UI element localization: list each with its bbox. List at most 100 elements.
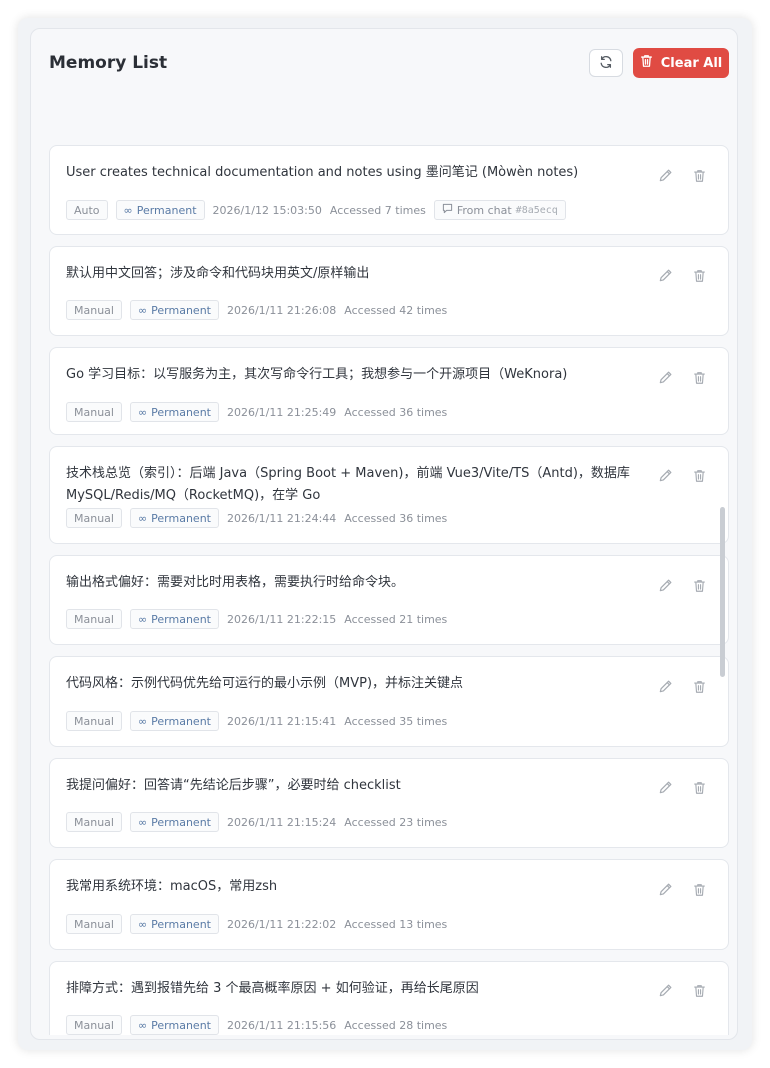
memory-text: User creates technical documentation and… <box>66 165 579 180</box>
memory-card[interactable]: 我提问偏好：回答请“先结论后步骤”，必要时给 checklist Manual … <box>49 758 729 848</box>
permanent-tag: ∞ Permanent <box>129 914 219 934</box>
chat-id: #8a5ecq <box>515 204 558 216</box>
trash-icon <box>693 370 706 389</box>
source-tag: Manual <box>66 1015 122 1035</box>
memory-panel: Memory List Clear All User creates techn… <box>30 28 738 1040</box>
timestamp: 2026/1/11 21:24:44 <box>226 511 337 525</box>
permanent-tag: ∞ Permanent <box>129 300 219 320</box>
delete-button[interactable] <box>690 468 708 486</box>
infinity-icon: ∞ <box>137 714 148 728</box>
memory-card[interactable]: 默认用中文回答；涉及命令和代码块用英文/原样输出 Manual ∞ Perman… <box>49 246 729 336</box>
memory-card[interactable]: Go 学习目标：以写服务为主，其次写命令行工具；我想参与一个开源项目（WeKno… <box>49 347 729 435</box>
delete-button[interactable] <box>690 882 708 900</box>
memory-meta: Manual ∞ Permanent 2026/1/11 21:25:49 Ac… <box>66 402 447 422</box>
infinity-icon: ∞ <box>137 917 148 931</box>
edit-button[interactable] <box>656 268 674 286</box>
memory-text: 排障方式：遇到报错先给 3 个最高概率原因 + 如何验证，再给长尾原因 <box>66 981 479 996</box>
permanent-label: Permanent <box>151 511 211 525</box>
trash-icon <box>693 780 706 799</box>
memory-card[interactable]: 我常用系统环境：macOS，常用zsh Manual ∞ Permanent 2… <box>49 859 729 950</box>
memory-meta: Auto ∞ Permanent 2026/1/12 15:03:50 Acce… <box>66 200 566 220</box>
timestamp: 2026/1/11 21:22:02 <box>226 917 337 931</box>
access-count: Accessed 36 times <box>344 511 448 525</box>
from-chat-label: From chat <box>456 203 512 217</box>
memory-meta: Manual ∞ Permanent 2026/1/11 21:22:02 Ac… <box>66 914 447 934</box>
permanent-tag: ∞ Permanent <box>129 609 219 629</box>
edit-button[interactable] <box>656 578 674 596</box>
memory-card[interactable]: 代码风格：示例代码优先给可运行的最小示例（MVP)，并标注关键点 Manual … <box>49 656 729 747</box>
chat-bubble-icon <box>442 203 453 217</box>
from-chat-tag[interactable]: From chat #8a5ecq <box>433 200 566 220</box>
timestamp: 2026/1/11 21:15:41 <box>226 714 337 728</box>
source-tag: Manual <box>66 914 122 934</box>
edit-button[interactable] <box>656 882 674 900</box>
source-tag: Manual <box>66 402 122 422</box>
timestamp: 2026/1/12 15:03:50 <box>212 203 322 217</box>
edit-button[interactable] <box>656 370 674 388</box>
memory-card[interactable]: 技术栈总览（索引）：后端 Java（Spring Boot + Maven)，前… <box>49 446 729 544</box>
edit-button[interactable] <box>656 679 674 697</box>
pencil-icon <box>658 983 673 1002</box>
infinity-icon: ∞ <box>137 815 148 829</box>
timestamp: 2026/1/11 21:26:08 <box>226 303 337 317</box>
memory-meta: Manual ∞ Permanent 2026/1/11 21:24:44 Ac… <box>66 508 447 528</box>
timestamp: 2026/1/11 21:15:56 <box>226 1018 337 1032</box>
access-count: Accessed 23 times <box>344 815 448 829</box>
infinity-icon: ∞ <box>137 511 148 525</box>
infinity-icon: ∞ <box>123 203 133 217</box>
edit-button[interactable] <box>656 168 674 186</box>
infinity-icon: ∞ <box>137 405 148 419</box>
delete-button[interactable] <box>690 780 708 798</box>
source-tag: Manual <box>66 711 122 731</box>
memory-card[interactable]: User creates technical documentation and… <box>49 145 729 235</box>
list-scrollbar[interactable] <box>720 507 725 677</box>
delete-button[interactable] <box>690 168 708 186</box>
access-count: Accessed 7 times <box>329 203 426 217</box>
pencil-icon <box>658 679 673 698</box>
infinity-icon: ∞ <box>137 303 148 317</box>
access-count: Accessed 21 times <box>344 612 448 626</box>
access-count: Accessed 42 times <box>344 303 448 317</box>
permanent-tag: ∞ Permanent <box>129 711 219 731</box>
clear-all-button[interactable]: Clear All <box>633 48 729 78</box>
memory-text: 我提问偏好：回答请“先结论后步骤”，必要时给 checklist <box>66 778 401 793</box>
edit-button[interactable] <box>656 780 674 798</box>
permanent-tag: ∞ Permanent <box>129 508 219 528</box>
access-count: Accessed 36 times <box>344 405 448 419</box>
delete-button[interactable] <box>690 983 708 1001</box>
permanent-tag: ∞ Permanent <box>129 812 219 832</box>
panel-header: Memory List Clear All <box>31 29 737 115</box>
permanent-tag: ∞ Permanent <box>129 1015 219 1035</box>
permanent-label: Permanent <box>151 1018 211 1032</box>
delete-button[interactable] <box>690 578 708 596</box>
memory-text: 输出格式偏好：需要对比时用表格，需要执行时给命令块。 <box>66 575 405 590</box>
memory-card[interactable]: 输出格式偏好：需要对比时用表格，需要执行时给命令块。 Manual ∞ Perm… <box>49 555 729 645</box>
delete-button[interactable] <box>690 268 708 286</box>
memory-card[interactable]: 排障方式：遇到报错先给 3 个最高概率原因 + 如何验证，再给长尾原因 Manu… <box>49 961 729 1035</box>
memory-text: 代码风格：示例代码优先给可运行的最小示例（MVP)，并标注关键点 <box>66 676 464 691</box>
pencil-icon <box>658 370 673 389</box>
permanent-label: Permanent <box>136 203 197 217</box>
trash-icon <box>693 679 706 698</box>
source-tag: Auto <box>66 200 108 220</box>
memory-meta: Manual ∞ Permanent 2026/1/11 21:26:08 Ac… <box>66 300 447 320</box>
permanent-label: Permanent <box>151 405 211 419</box>
trash-icon <box>693 578 706 597</box>
source-tag: Manual <box>66 300 122 320</box>
memory-text: Go 学习目标：以写服务为主，其次写命令行工具；我想参与一个开源项目（WeKno… <box>66 367 568 382</box>
edit-button[interactable] <box>656 983 674 1001</box>
delete-button[interactable] <box>690 679 708 697</box>
pencil-icon <box>658 268 673 287</box>
permanent-label: Permanent <box>151 612 211 626</box>
refresh-button[interactable] <box>589 49 623 77</box>
trash-icon <box>693 268 706 287</box>
edit-button[interactable] <box>656 468 674 486</box>
timestamp: 2026/1/11 21:25:49 <box>226 405 337 419</box>
delete-button[interactable] <box>690 370 708 388</box>
permanent-tag: ∞ Permanent <box>129 402 219 422</box>
pencil-icon <box>658 578 673 597</box>
trash-icon <box>693 882 706 901</box>
page-title: Memory List <box>49 53 168 73</box>
source-tag: Manual <box>66 508 122 528</box>
access-count: Accessed 13 times <box>344 917 448 931</box>
